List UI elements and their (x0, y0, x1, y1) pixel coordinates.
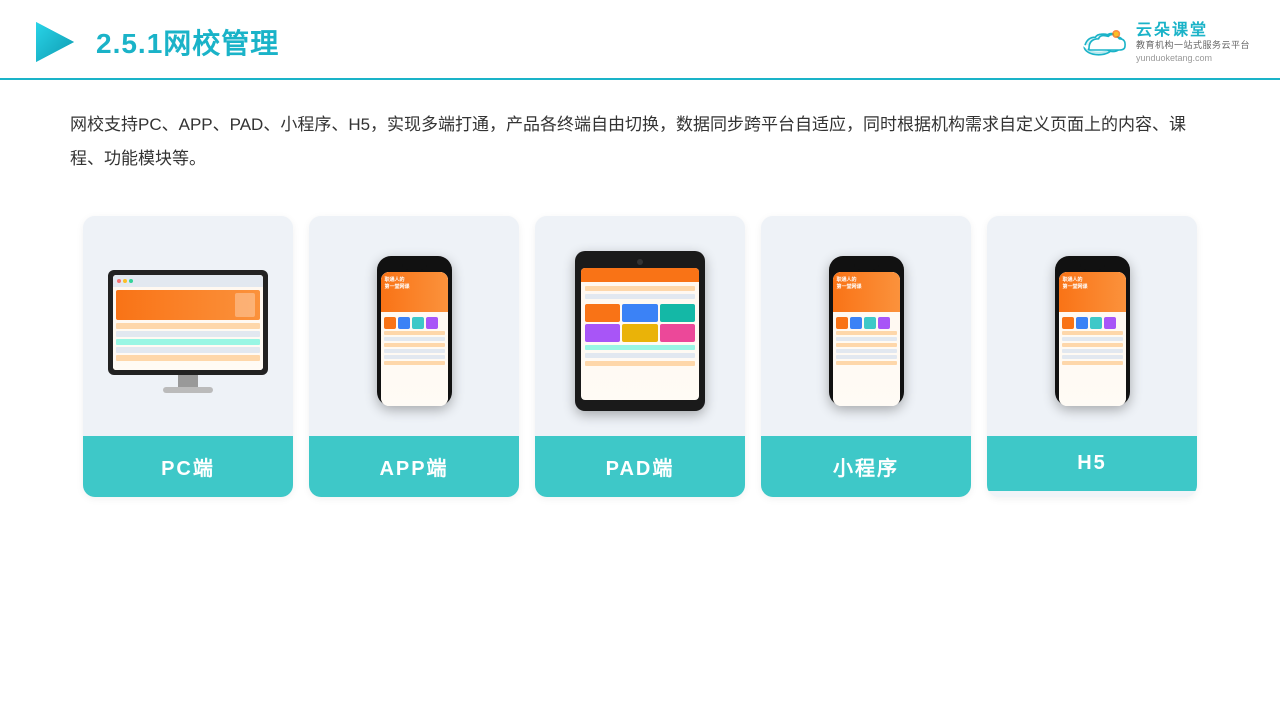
card-pad-image (535, 216, 745, 436)
description-text: 网校支持PC、APP、PAD、小程序、H5，实现多端打通，产品各终端自由切换，数… (0, 80, 1280, 186)
monitor-screen (113, 275, 263, 370)
card-app: 职通人的第一堂网课 (309, 216, 519, 497)
cards-container: PC端 职通人的第一堂网课 (0, 196, 1280, 527)
play-logo-icon (30, 18, 78, 66)
card-pc-image (83, 216, 293, 436)
monitor-body (108, 270, 268, 375)
phone-device-miniapp: 职通人的第一堂网课 (829, 256, 904, 406)
phone-screen-miniapp: 职通人的第一堂网课 (833, 272, 900, 406)
tablet-body (575, 251, 705, 411)
card-miniapp: 职通人的第一堂网课 (761, 216, 971, 497)
header: 2.5.1网校管理 云朵课 (0, 0, 1280, 80)
phone-body-app: 职通人的第一堂网课 (377, 256, 452, 406)
brand-logo: 云朵课堂 教育机构一站式服务云平台 yunduoketang.com (1080, 21, 1250, 64)
phone-notch-miniapp (854, 264, 879, 270)
pc-device (108, 270, 268, 393)
phone-screen-h5: 职通人的第一堂网课 (1059, 272, 1126, 406)
card-miniapp-image: 职通人的第一堂网课 (761, 216, 971, 436)
card-h5: 职通人的第一堂网课 (987, 216, 1197, 497)
card-miniapp-label: 小程序 (761, 436, 971, 497)
brand-text: 云朵课堂 教育机构一站式服务云平台 yunduoketang.com (1136, 21, 1250, 64)
card-app-label: APP端 (309, 436, 519, 497)
tablet-camera (637, 259, 643, 265)
header-left: 2.5.1网校管理 (30, 18, 279, 66)
phone-notch-h5 (1080, 264, 1105, 270)
card-pc: PC端 (83, 216, 293, 497)
card-app-image: 职通人的第一堂网课 (309, 216, 519, 436)
card-h5-label: H5 (987, 436, 1197, 491)
card-pad-label: PAD端 (535, 436, 745, 497)
phone-body-miniapp: 职通人的第一堂网课 (829, 256, 904, 406)
card-pc-label: PC端 (83, 436, 293, 497)
page-title: 2.5.1网校管理 (96, 22, 279, 62)
card-h5-image: 职通人的第一堂网课 (987, 216, 1197, 436)
phone-device-app: 职通人的第一堂网课 (377, 256, 452, 406)
phone-body-h5: 职通人的第一堂网课 (1055, 256, 1130, 406)
card-pad: PAD端 (535, 216, 745, 497)
tablet-screen (581, 268, 699, 400)
phone-screen-app: 职通人的第一堂网课 (381, 272, 448, 406)
tablet-device (575, 251, 705, 411)
cloud-logo-container: 云朵课堂 教育机构一站式服务云平台 yunduoketang.com (1080, 21, 1250, 64)
phone-notch (402, 264, 427, 270)
cloud-icon (1080, 26, 1130, 58)
phone-device-h5: 职通人的第一堂网课 (1055, 256, 1130, 406)
